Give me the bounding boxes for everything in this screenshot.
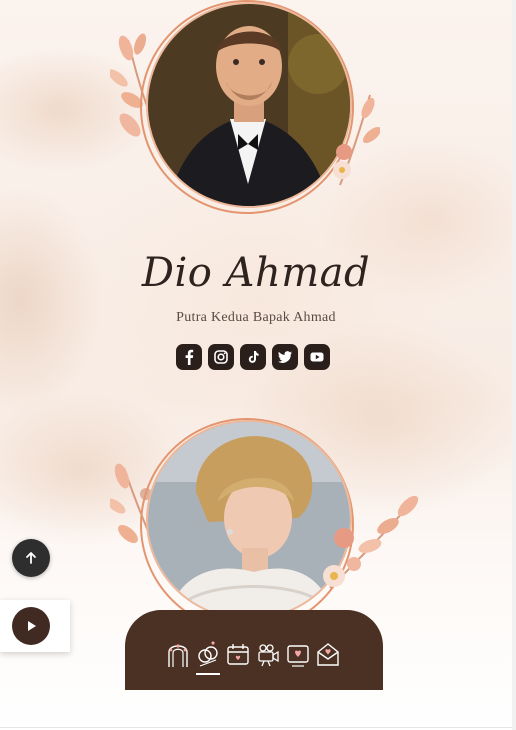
groom-portrait-frame xyxy=(110,0,380,230)
facebook-icon[interactable] xyxy=(176,344,202,370)
social-links xyxy=(176,344,330,370)
envelope-heart-icon xyxy=(317,643,339,666)
twitter-icon[interactable] xyxy=(272,344,298,370)
music-player-panel xyxy=(0,600,70,652)
nav-item-event[interactable] xyxy=(225,640,251,672)
nav-item-gallery[interactable] xyxy=(285,640,311,672)
bottom-navigation xyxy=(125,610,383,690)
page-divider xyxy=(0,727,512,728)
groom-parent-info: Putra Kedua Bapak Ahmad xyxy=(176,310,336,325)
nav-item-wishes[interactable] xyxy=(315,640,341,672)
video-camera-icon xyxy=(258,644,279,667)
floral-decoration-right xyxy=(333,94,380,186)
scroll-to-top-button[interactable] xyxy=(12,539,50,577)
photo-heart-icon xyxy=(287,645,309,667)
play-icon xyxy=(28,621,36,631)
nav-item-stream[interactable] xyxy=(255,640,281,672)
rings-icon xyxy=(198,641,218,667)
youtube-icon[interactable] xyxy=(304,344,330,370)
wedding-arch-icon xyxy=(168,644,188,667)
floral-decoration-right xyxy=(323,495,419,589)
instagram-icon[interactable] xyxy=(208,344,234,370)
tiktok-icon[interactable] xyxy=(240,344,266,370)
bride-portrait-frame xyxy=(110,408,419,632)
calendar-icon xyxy=(227,644,249,665)
nav-item-couple[interactable] xyxy=(165,640,191,672)
groom-name: Dio Ahmad xyxy=(141,250,371,296)
nav-item-wedding[interactable] xyxy=(195,640,221,675)
scrollbar[interactable] xyxy=(512,0,516,730)
music-play-button[interactable] xyxy=(12,607,50,645)
arrow-up-icon xyxy=(26,552,36,564)
